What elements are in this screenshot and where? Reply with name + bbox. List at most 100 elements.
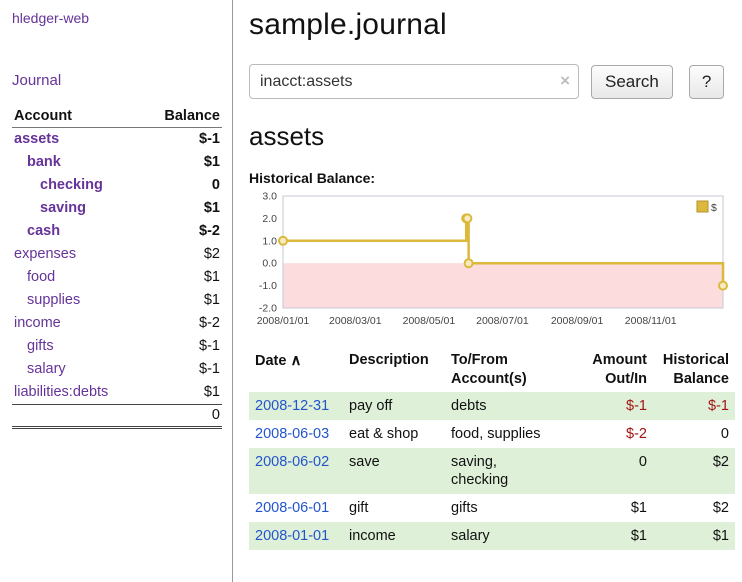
- account-row: gifts $-1: [12, 335, 222, 358]
- help-button[interactable]: ?: [689, 65, 724, 99]
- account-link[interactable]: liabilities:debts: [14, 384, 108, 401]
- svg-text:2008/03/01: 2008/03/01: [329, 315, 382, 327]
- transaction-description: eat & shop: [343, 420, 445, 448]
- transaction-amount: 0: [583, 448, 653, 494]
- account-row: assets $-1: [12, 128, 222, 152]
- account-row: salary $-1: [12, 358, 222, 381]
- account-balance: $1: [143, 151, 222, 174]
- transaction-row: 2008-06-02 savesaving, checking0$2: [249, 448, 735, 494]
- register-header-accounts: To/From Account(s): [445, 348, 583, 392]
- transaction-balance: $-1: [653, 392, 735, 420]
- register-header-balance: Historical Balance: [653, 348, 735, 392]
- transaction-date-link[interactable]: 2008-01-01: [255, 528, 329, 544]
- accounts-table: Account Balance assets $-1 bank $1 checking 0…: [12, 105, 222, 429]
- account-link[interactable]: gifts: [14, 338, 54, 355]
- accounts-header-account: Account: [12, 105, 143, 128]
- account-balance: $1: [143, 197, 222, 220]
- search-input[interactable]: [249, 64, 579, 99]
- sidebar: hledger-web Journal Account Balance asse…: [0, 0, 233, 582]
- page-title: sample.journal: [249, 8, 732, 42]
- transaction-accounts: gifts: [445, 494, 583, 522]
- account-balance: $1: [143, 381, 222, 405]
- transaction-accounts: saving, checking: [445, 448, 583, 494]
- account-row: expenses$2: [12, 243, 222, 266]
- transaction-accounts: debts: [445, 392, 583, 420]
- transaction-description: gift: [343, 494, 445, 522]
- svg-text:-1.0: -1.0: [259, 280, 277, 292]
- svg-text:2008/11/01: 2008/11/01: [625, 315, 677, 327]
- register-table-body: 2008-12-31pay offdebts$-1$-1 2008-06-03 ea…: [249, 392, 735, 550]
- transaction-description: save: [343, 448, 445, 494]
- transaction-amount: $-2: [583, 420, 653, 448]
- transaction-date-link[interactable]: 2008-06-01: [255, 500, 329, 516]
- transaction-row: 2008-01-01incomesalary$1$1: [249, 522, 735, 550]
- sidebar-item-journal[interactable]: Journal: [12, 72, 222, 89]
- account-row: food $1: [12, 266, 222, 289]
- account-balance: $-1: [143, 358, 222, 381]
- account-heading: assets: [249, 121, 732, 152]
- account-balance: $-1: [143, 335, 222, 358]
- account-balance: $-2: [143, 312, 222, 335]
- accounts-header-balance: Balance: [143, 105, 222, 128]
- account-row: supplies $1: [12, 289, 222, 312]
- transaction-amount: $1: [583, 522, 653, 550]
- sort-ascending-icon[interactable]: ∧: [290, 352, 301, 369]
- svg-text:2.0: 2.0: [262, 213, 277, 225]
- transaction-balance: $2: [653, 448, 735, 494]
- transaction-row: 2008-12-31pay offdebts$-1$-1: [249, 392, 735, 420]
- account-balance: $1: [143, 266, 222, 289]
- accounts-table-body: assets$-1bank$1checking0saving$1cash$-2e…: [12, 128, 222, 405]
- transaction-balance: $2: [653, 494, 735, 522]
- account-balance: $-1: [143, 128, 222, 152]
- transaction-balance: 0: [653, 420, 735, 448]
- transaction-date-link[interactable]: 2008-06-02: [255, 454, 329, 470]
- transaction-row: 2008-06-01giftgifts$1$2: [249, 494, 735, 522]
- clear-search-icon[interactable]: ×: [560, 71, 570, 91]
- svg-text:$: $: [711, 202, 717, 214]
- svg-text:2008/09/01: 2008/09/01: [551, 315, 604, 327]
- account-row: liabilities:debts $1: [12, 381, 222, 405]
- register-header-date[interactable]: Date: [255, 353, 286, 369]
- account-link[interactable]: supplies: [14, 292, 80, 309]
- transaction-description: income: [343, 522, 445, 550]
- transaction-balance: $1: [653, 522, 735, 550]
- svg-text:0.0: 0.0: [262, 258, 277, 270]
- transaction-accounts: food, supplies: [445, 420, 583, 448]
- historical-balance-chart: 3.02.01.00.0-1.0-2.02008/01/012008/03/01…: [249, 190, 733, 340]
- account-link[interactable]: checking: [14, 177, 103, 194]
- transaction-row: 2008-06-03 eat & shopfood, supplies$-20: [249, 420, 735, 448]
- account-row: income $-2: [12, 312, 222, 335]
- accounts-total-row: 0: [12, 405, 222, 428]
- account-link[interactable]: assets: [14, 131, 59, 148]
- accounts-total-balance: 0: [143, 405, 222, 428]
- search-button[interactable]: Search: [591, 65, 673, 99]
- svg-text:2008/05/01: 2008/05/01: [403, 315, 456, 327]
- accounts-header-row: Account Balance: [12, 105, 222, 128]
- svg-text:3.0: 3.0: [262, 191, 277, 203]
- account-balance: $-2: [143, 220, 222, 243]
- account-link[interactable]: expenses: [14, 246, 76, 263]
- register-header-description: Description: [343, 348, 445, 392]
- register-header-row: Date∧ Description To/From Account(s) Amo…: [249, 348, 735, 392]
- svg-text:1.0: 1.0: [262, 235, 277, 247]
- account-row: cash $-2: [12, 220, 222, 243]
- search-bar: × Search ?: [249, 64, 732, 99]
- register-table: Date∧ Description To/From Account(s) Amo…: [249, 348, 735, 550]
- main-content: sample.journal × Search ? assets Histori…: [233, 0, 742, 582]
- transaction-date-link[interactable]: 2008-06-03: [255, 426, 329, 442]
- app-title-link[interactable]: hledger-web: [12, 10, 222, 26]
- account-link[interactable]: bank: [14, 154, 61, 171]
- account-row: checking 0: [12, 174, 222, 197]
- svg-text:2008/01/01: 2008/01/01: [257, 315, 310, 327]
- account-link[interactable]: saving: [14, 200, 86, 217]
- account-link[interactable]: cash: [14, 223, 60, 240]
- transaction-date-link[interactable]: 2008-12-31: [255, 398, 329, 414]
- account-balance: 0: [143, 174, 222, 197]
- account-balance: $1: [143, 289, 222, 312]
- account-link[interactable]: food: [14, 269, 55, 286]
- search-box: ×: [249, 64, 579, 99]
- transaction-accounts: salary: [445, 522, 583, 550]
- transaction-amount: $-1: [583, 392, 653, 420]
- account-link[interactable]: income: [14, 315, 61, 332]
- account-link[interactable]: salary: [14, 361, 66, 378]
